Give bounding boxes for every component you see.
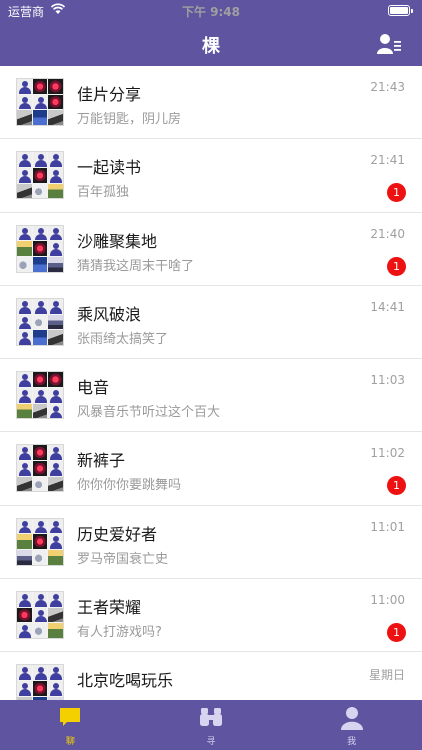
group-avatar bbox=[16, 664, 64, 700]
chat-row[interactable]: 一起读书 百年孤独 21:41 1 bbox=[0, 139, 422, 213]
chat-name: 电音 bbox=[77, 378, 110, 398]
chat-preview: 有人打游戏吗? bbox=[77, 625, 162, 641]
group-avatar bbox=[16, 444, 64, 493]
group-avatar bbox=[16, 371, 64, 420]
unread-badge: 1 bbox=[387, 183, 406, 203]
nav-bar: 棵 bbox=[0, 22, 422, 66]
binoculars-icon bbox=[200, 708, 222, 726]
chat-list: 佳片分享 万能钥匙，阴儿房 21:43 一起读书 百年孤独 21:41 1 沙雕… bbox=[0, 66, 422, 700]
group-avatar bbox=[16, 78, 64, 126]
tab-bar: 聊 寻 我 bbox=[0, 700, 422, 750]
chat-name: 乘风破浪 bbox=[77, 304, 142, 324]
chat-preview: 你你你你要跳舞吗 bbox=[77, 478, 182, 494]
chat-preview: 风暴音乐节听过这个百大 bbox=[77, 405, 221, 421]
chat-preview: 万能钥匙，阴儿房 bbox=[77, 112, 182, 127]
status-time: 下午 9:48 bbox=[181, 5, 241, 19]
chat-row[interactable]: 乘风破浪 张雨绮太搞笑了 14:41 bbox=[0, 286, 422, 360]
chat-row[interactable]: 北京吃喝玩乐 星期日 bbox=[0, 652, 422, 700]
chat-row[interactable]: 沙雕聚集地 猜猜我这周末干啥了 21:40 1 bbox=[0, 213, 422, 286]
unread-badge: 1 bbox=[387, 476, 406, 496]
unread-badge: 1 bbox=[387, 256, 406, 276]
chat-row[interactable]: 王者荣耀 有人打游戏吗? 11:00 1 bbox=[0, 579, 422, 653]
status-bar: 运营商 下午 9:48 bbox=[0, 0, 422, 22]
chat-row[interactable]: 佳片分享 万能钥匙，阴儿房 21:43 bbox=[0, 66, 422, 140]
chat-time: 14:41 bbox=[370, 299, 405, 314]
chat-name: 王者荣耀 bbox=[77, 598, 142, 618]
chat-time: 21:41 bbox=[370, 153, 405, 168]
tab-label: 聊 bbox=[65, 737, 75, 747]
chat-name: 沙雕聚集地 bbox=[77, 231, 158, 251]
tab-label: 寻 bbox=[206, 737, 216, 747]
chat-preview: 猜猜我这周末干啥了 bbox=[77, 258, 195, 274]
chat-time: 星期日 bbox=[368, 668, 405, 683]
chat-row[interactable]: 电音 风暴音乐节听过这个百大 11:03 bbox=[0, 359, 422, 433]
chat-name: 佳片分享 bbox=[77, 85, 142, 104]
group-avatar bbox=[16, 151, 64, 200]
chat-name: 一起读书 bbox=[77, 158, 142, 178]
group-avatar bbox=[16, 591, 64, 640]
tab-chat[interactable]: 聊 bbox=[0, 700, 141, 750]
group-avatar bbox=[16, 517, 64, 566]
chat-row[interactable]: 新裤子 你你你你要跳舞吗 11:02 1 bbox=[0, 432, 422, 506]
chat-preview: 张雨绮太搞笑了 bbox=[77, 331, 169, 347]
chat-name: 北京吃喝玩乐 bbox=[77, 671, 174, 691]
chat-time: 11:03 bbox=[370, 373, 405, 388]
group-avatar bbox=[16, 224, 64, 273]
battery-icon bbox=[388, 5, 413, 16]
chat-time: 11:01 bbox=[370, 519, 405, 534]
page-title: 棵 bbox=[202, 36, 220, 57]
chat-bubble-icon bbox=[60, 708, 81, 726]
chat-preview: 罗马帝国衰亡史 bbox=[77, 551, 169, 567]
chat-time: 21:40 bbox=[370, 226, 405, 241]
chat-time: 11:02 bbox=[370, 446, 405, 461]
contacts-icon[interactable] bbox=[376, 32, 402, 56]
chat-name: 历史爱好者 bbox=[77, 524, 158, 544]
chat-name: 新裤子 bbox=[77, 451, 126, 471]
chat-row[interactable]: 历史爱好者 罗马帝国衰亡史 11:01 bbox=[0, 506, 422, 580]
group-avatar bbox=[16, 297, 64, 346]
tab-label: 我 bbox=[347, 737, 357, 747]
tab-discover[interactable]: 寻 bbox=[141, 700, 282, 750]
chat-time: 21:43 bbox=[370, 80, 405, 94]
unread-badge: 1 bbox=[387, 623, 406, 643]
tab-me[interactable]: 我 bbox=[281, 700, 422, 750]
chat-time: 11:00 bbox=[370, 593, 405, 608]
chat-preview: 百年孤独 bbox=[77, 185, 130, 201]
person-icon bbox=[340, 707, 363, 730]
